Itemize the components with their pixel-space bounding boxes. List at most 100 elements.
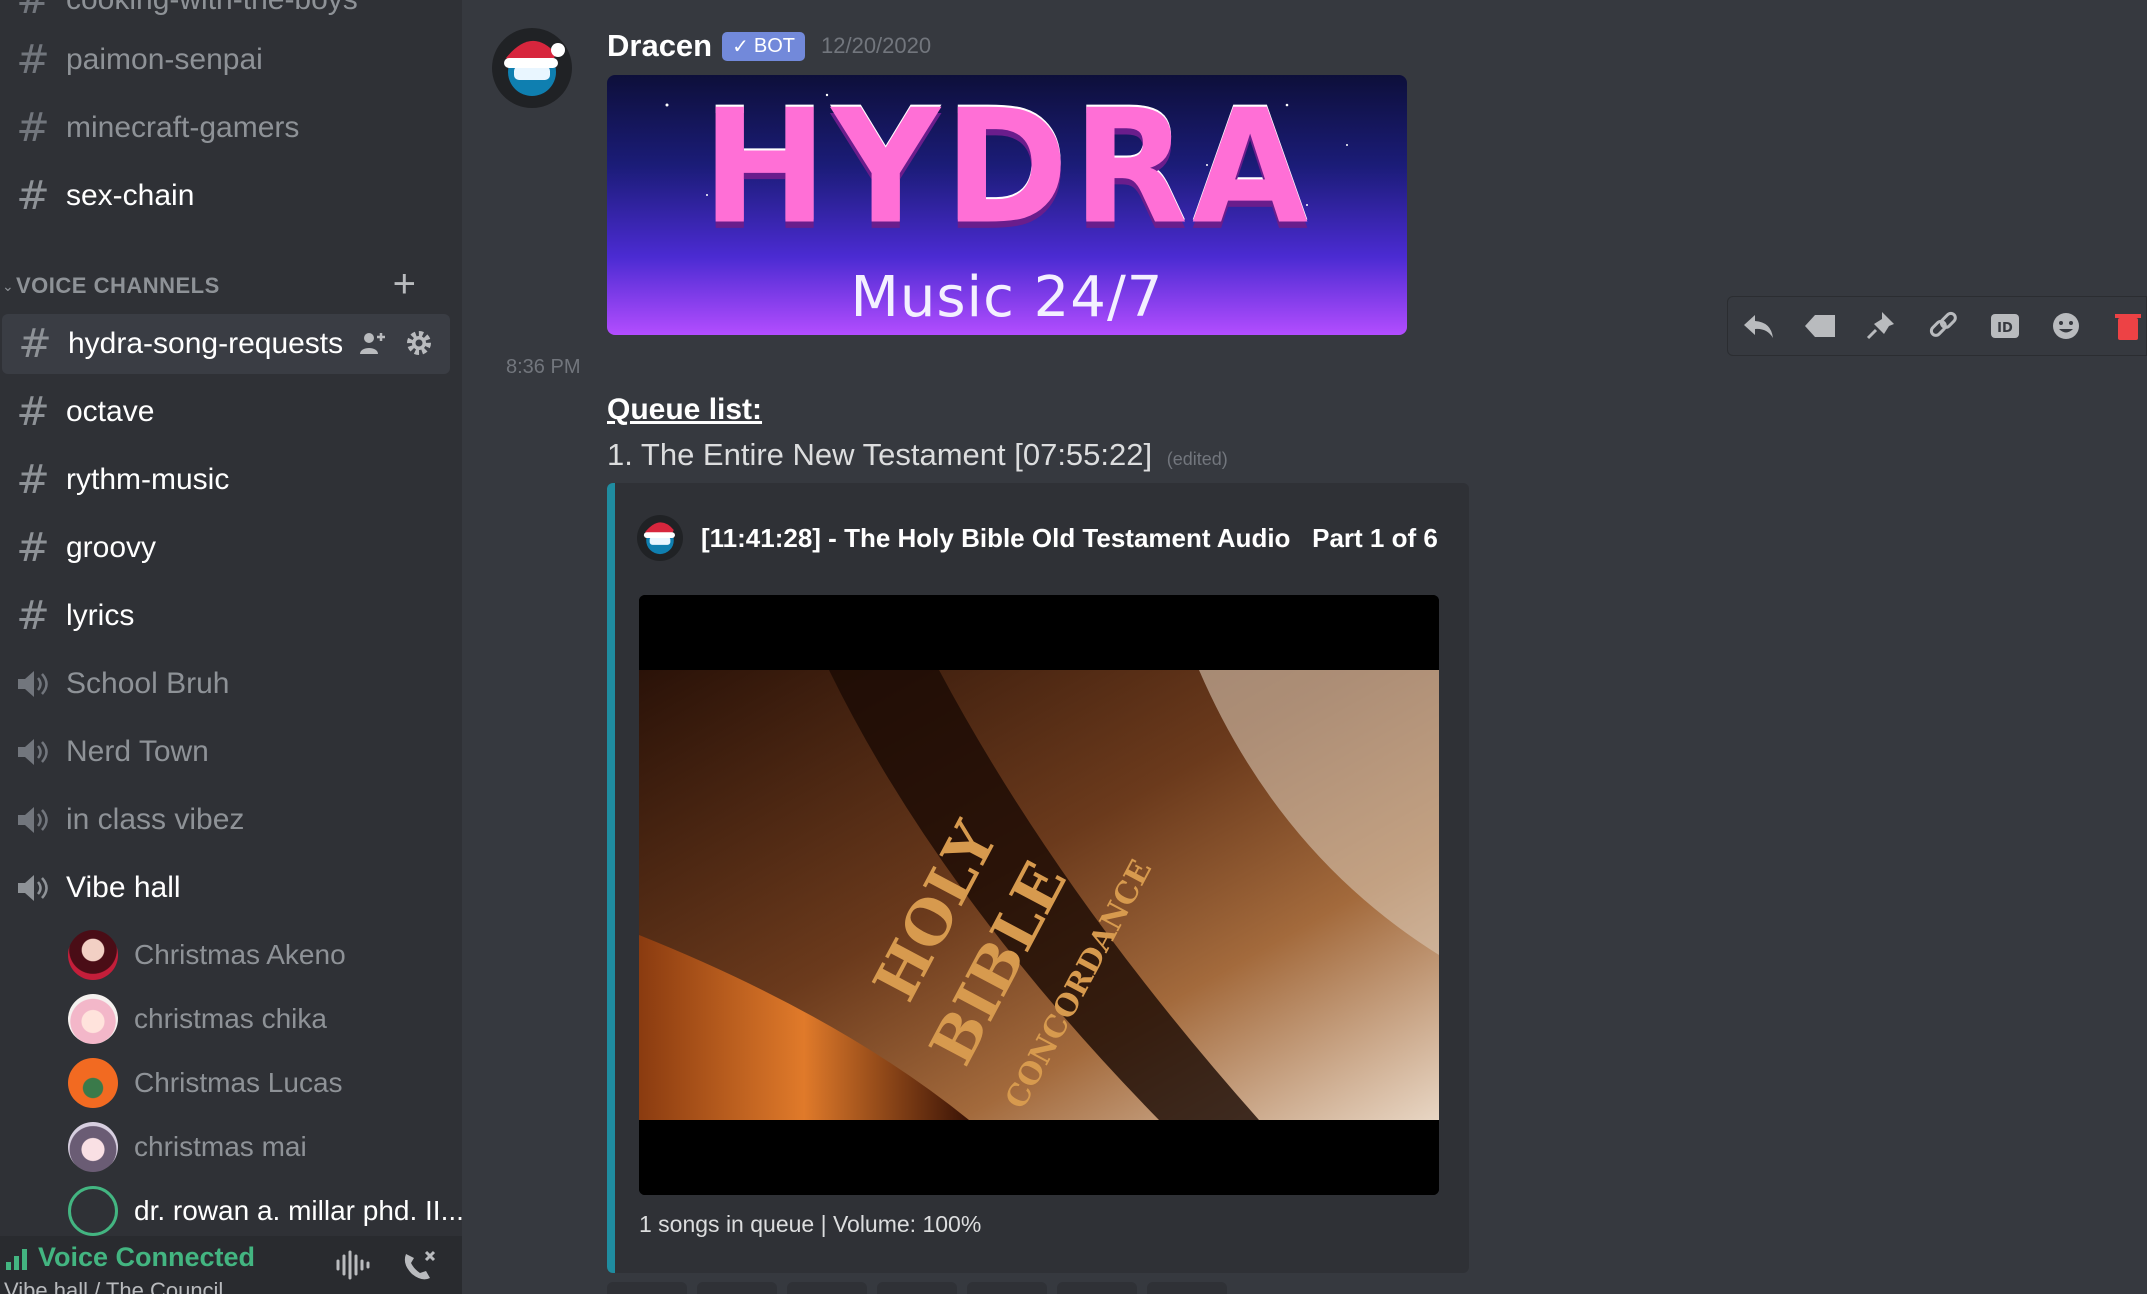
channel-lyrics[interactable]: # lyrics: [0, 586, 448, 646]
voice-user-name: christmas chika: [134, 1003, 327, 1034]
voice-user-name: dr. rowan a. millar phd. II...: [134, 1195, 462, 1226]
hash-icon: #: [16, 593, 50, 639]
reaction-button[interactable]: [1147, 1282, 1227, 1294]
voice-user[interactable]: dr. rowan a. millar phd. II...: [68, 1182, 462, 1240]
hash-icon: #: [16, 525, 50, 571]
reaction-button[interactable]: [607, 1282, 687, 1294]
channel-sex-chain[interactable]: # sex-chain: [0, 166, 448, 226]
channel-name: groovy: [66, 531, 157, 564]
holy-bible-image: HOLY BIBLE CONCORDANCE: [639, 595, 1439, 1195]
channel-paimon-senpai[interactable]: # paimon-senpai: [0, 30, 448, 90]
voice-user[interactable]: Christmas Akeno: [68, 926, 346, 984]
channel-cooking-with-the-boys[interactable]: # cooking-with-the-boys: [0, 0, 448, 30]
channel-groovy[interactable]: # groovy: [0, 518, 448, 578]
channel-name: Nerd Town: [66, 735, 209, 768]
channel-rythm-music[interactable]: # rythm-music: [0, 450, 448, 510]
verified-check-icon: ✓: [732, 35, 749, 58]
reaction-button[interactable]: [877, 1282, 957, 1294]
hash-icon: #: [16, 457, 50, 503]
voice-status: Voice Connected: [4, 1242, 255, 1273]
speaker-icon: [0, 790, 66, 850]
channel-hydra-song-requests[interactable]: # hydra-song-requests: [2, 314, 450, 374]
pin-icon[interactable]: [1863, 307, 1899, 345]
locked-hash-icon: #: [16, 105, 50, 151]
edited-label: (edited): [1166, 449, 1228, 469]
hover-timestamp: 8:36 PM: [506, 356, 581, 378]
add-channel-icon[interactable]: +: [393, 264, 416, 304]
bot-avatar[interactable]: [492, 28, 572, 108]
banner-subtitle: Music 24/7: [850, 265, 1164, 330]
avatar-speaking-ring: [68, 1186, 118, 1236]
message-actions-toolbar: ID: [1727, 296, 2147, 356]
hash-icon: #: [16, 37, 50, 83]
channel-name: sex-chain: [66, 179, 195, 212]
banner-title: HYDRA: [701, 76, 1313, 260]
disconnect-call-icon[interactable]: [400, 1248, 438, 1287]
queue-title: Queue list:: [607, 393, 763, 426]
invite-icon[interactable]: [358, 328, 388, 358]
voice-user[interactable]: christmas mai: [68, 1118, 307, 1176]
voice-channels-category[interactable]: ⌄ VOICE CHANNELS +: [0, 264, 440, 304]
message-header: Dracen ✓ BOT 12/20/2020: [607, 28, 931, 64]
hash-icon: #: [16, 173, 50, 219]
queue-item-text: 1. The Entire New Testament [07:55:22]: [607, 437, 1153, 472]
gear-icon[interactable]: [404, 328, 434, 358]
delete-icon[interactable]: [2110, 307, 2146, 345]
channel-name: in class vibez: [66, 803, 245, 836]
svg-text:ID: ID: [1997, 321, 2013, 336]
speaker-icon: [0, 722, 66, 782]
voice-user-name: christmas mai: [134, 1131, 307, 1162]
chevron-down-icon: ⌄: [2, 277, 14, 294]
channel-sidebar: # cooking-with-the-boys # paimon-senpai …: [0, 0, 462, 1294]
message-timestamp: 12/20/2020: [821, 33, 932, 58]
chat-area: Dracen ✓ BOT 12/20/2020 HYDRA Music 24/7…: [462, 0, 2147, 1294]
tag-icon[interactable]: [1802, 307, 1838, 345]
noise-suppression-icon[interactable]: [334, 1248, 372, 1287]
channel-octave[interactable]: # octave: [0, 382, 448, 442]
bot-tag: ✓ BOT: [722, 31, 805, 61]
hash-icon: #: [16, 0, 50, 23]
hash-icon: #: [16, 389, 50, 435]
video-thumbnail[interactable]: HOLY BIBLE CONCORDANCE: [639, 595, 1439, 1195]
reply-icon[interactable]: [1740, 307, 1776, 345]
voice-channel-nerd-town[interactable]: Nerd Town: [0, 722, 448, 782]
embed-author-avatar: [637, 515, 683, 561]
voice-user[interactable]: christmas chika: [68, 990, 327, 1048]
avatar: [68, 994, 118, 1044]
link-icon[interactable]: [1925, 307, 1961, 345]
channel-name: rythm-music: [66, 463, 230, 496]
channel-minecraft-gamers[interactable]: # minecraft-gamers: [0, 98, 448, 158]
voice-channel-in-class-vibez[interactable]: in class vibez: [0, 790, 448, 850]
channel-name: cooking-with-the-boys: [66, 0, 358, 30]
id-icon[interactable]: ID: [1987, 307, 2023, 345]
embed-author-text[interactable]: [11:41:28] - The Holy Bible Old Testamen…: [701, 523, 1438, 554]
hash-icon: #: [18, 321, 52, 367]
voice-location[interactable]: Vibe hall / The Council: [4, 1278, 223, 1294]
reaction-button[interactable]: [1057, 1282, 1137, 1294]
speaker-icon: [0, 858, 66, 918]
voice-connected-label: Voice Connected: [38, 1242, 256, 1272]
emoji-icon[interactable]: [2049, 307, 2085, 345]
author-name[interactable]: Dracen: [607, 28, 712, 64]
voice-user-name: Christmas Akeno: [134, 939, 346, 970]
reaction-button[interactable]: [967, 1282, 1047, 1294]
voice-channel-vibe-hall[interactable]: Vibe hall: [0, 858, 448, 918]
voice-channel-school-bruh[interactable]: School Bruh: [0, 654, 448, 714]
reaction-button[interactable]: [787, 1282, 867, 1294]
channel-name: minecraft-gamers: [66, 111, 300, 144]
queue-item: 1. The Entire New Testament [07:55:22] (…: [607, 437, 1228, 473]
embed-footer: 1 songs in queue | Volume: 100%: [639, 1211, 982, 1237]
hydra-banner-image[interactable]: HYDRA Music 24/7: [607, 75, 1407, 335]
voice-user[interactable]: Christmas Lucas: [68, 1054, 343, 1112]
reaction-button[interactable]: [697, 1282, 777, 1294]
channel-name: octave: [66, 395, 155, 428]
now-playing-embed: [11:41:28] - The Holy Bible Old Testamen…: [607, 483, 1469, 1273]
bot-tag-label: BOT: [753, 34, 795, 57]
channel-name: lyrics: [66, 599, 135, 632]
avatar: [68, 1058, 118, 1108]
channel-name: Vibe hall: [66, 871, 181, 904]
channel-name: School Bruh: [66, 667, 230, 700]
channel-name: paimon-senpai: [66, 43, 263, 76]
speaker-icon: [0, 654, 66, 714]
voice-connection-panel: Voice Connected Vibe hall / The Council: [0, 1236, 462, 1294]
